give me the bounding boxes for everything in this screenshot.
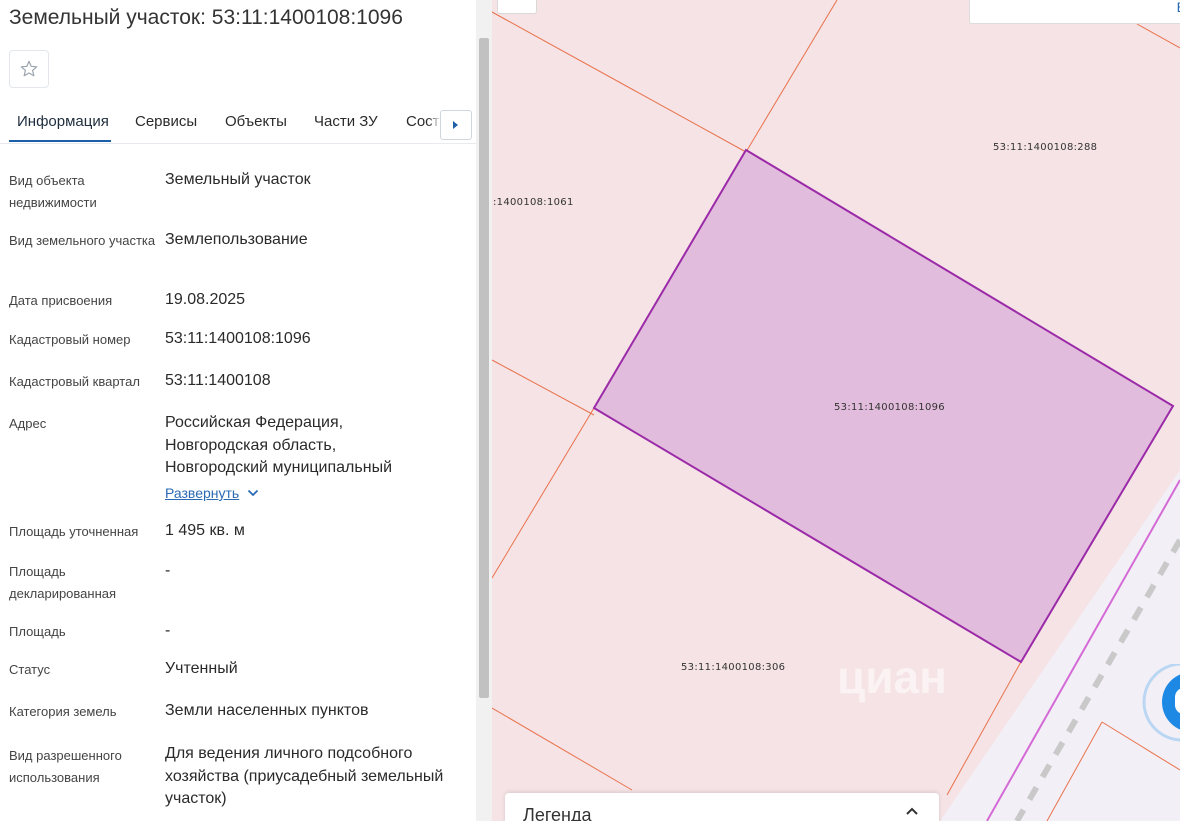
tab-parcel-parts[interactable]: Части ЗУ (314, 113, 378, 130)
parcel-border (492, 707, 633, 791)
legend-title: Легенда (523, 805, 592, 821)
parcel-label-south: 53:11:1400108:306 (681, 662, 786, 673)
tab-information[interactable]: Информация (17, 113, 109, 130)
map-zoom-button[interactable] (497, 0, 537, 14)
label-assign-date: Дата присвоения (9, 293, 113, 308)
expand-link-label: Развернуть (165, 485, 240, 501)
search-box-text: В (1177, 0, 1180, 15)
label-land-category: Категория земель (9, 704, 117, 719)
label-cadastral-number: Кадастровый номер (9, 332, 131, 347)
label-address: Адрес (9, 416, 47, 431)
parcel-border (492, 359, 595, 416)
parcel-border (492, 407, 595, 579)
star-outline-icon (20, 60, 38, 77)
scrollbar-thumb[interactable] (479, 38, 489, 698)
page-title: Земельный участок: 53:11:1400108:1096 (9, 6, 403, 29)
value-object-type: Земельный участок (165, 171, 311, 188)
favorite-button[interactable] (9, 50, 49, 88)
label-cadastral-quarter: Кадастровый квартал (9, 374, 140, 389)
value-status: Учтенный (165, 660, 238, 677)
value-address: Российская Федерация, Новгородская облас… (165, 414, 392, 476)
value-assign-date: 19.08.2025 (165, 291, 246, 308)
panel-scrollbar[interactable] (476, 0, 492, 821)
parcel-label-north: 53:11:1400108:288 (993, 142, 1098, 153)
label-permitted-use: Вид разрешенного использования (9, 748, 122, 785)
tabs-next-button[interactable] (440, 110, 472, 140)
parcel-border (492, 11, 747, 153)
app-window: Земельный участок: 53:11:1400108:1096 Ин… (0, 0, 1180, 821)
cadastral-map[interactable]: циан 53:11:1400108:1096 53:11:1400108:28… (492, 0, 1180, 821)
value-area: - (165, 622, 171, 639)
caret-right-icon (453, 121, 458, 129)
chevron-up-icon[interactable] (905, 806, 919, 816)
label-parcel-kind: Вид земельного участка (9, 233, 156, 248)
label-area-declared: Площадь декларированная (9, 564, 117, 601)
parcel-border (745, 0, 838, 153)
tab-objects[interactable]: Объекты (225, 113, 287, 130)
chat-button[interactable] (1134, 664, 1180, 744)
value-cadastral-quarter: 53:11:1400108 (165, 372, 271, 389)
value-parcel-kind: Землепользование (165, 231, 308, 248)
parcel-label-west: :1400108:1061 (493, 197, 574, 208)
tab-bar: Информация Сервисы Объекты Части ЗУ Сост… (0, 100, 476, 144)
legend-panel[interactable]: Легенда (505, 793, 939, 821)
label-area: Площадь (9, 624, 66, 639)
tab-services[interactable]: Сервисы (135, 113, 197, 130)
info-panel: Земельный участок: 53:11:1400108:1096 Ин… (0, 0, 492, 821)
cian-watermark: циан (837, 651, 947, 703)
value-area-specified: 1 495 кв. м (165, 522, 245, 539)
value-land-category: Земли населенных пунктов (165, 702, 369, 719)
label-status: Статус (9, 662, 51, 677)
value-area-declared: - (165, 562, 171, 579)
map-search-box[interactable]: В (969, 0, 1180, 24)
selected-parcel-label: 53:11:1400108:1096 (834, 402, 945, 413)
label-object-type: Вид объекта недвижимости (9, 173, 97, 210)
active-tab-indicator (9, 140, 111, 142)
value-cadastral-number: 53:11:1400108:1096 (165, 330, 311, 347)
parcel-border (1136, 23, 1180, 49)
label-area-specified: Площадь уточненная (9, 524, 139, 539)
value-permitted-use: Для ведения личного подсобного хозяйства… (165, 745, 444, 807)
chevron-down-icon (248, 489, 259, 497)
expand-address-link[interactable]: Развернуть (165, 485, 259, 501)
